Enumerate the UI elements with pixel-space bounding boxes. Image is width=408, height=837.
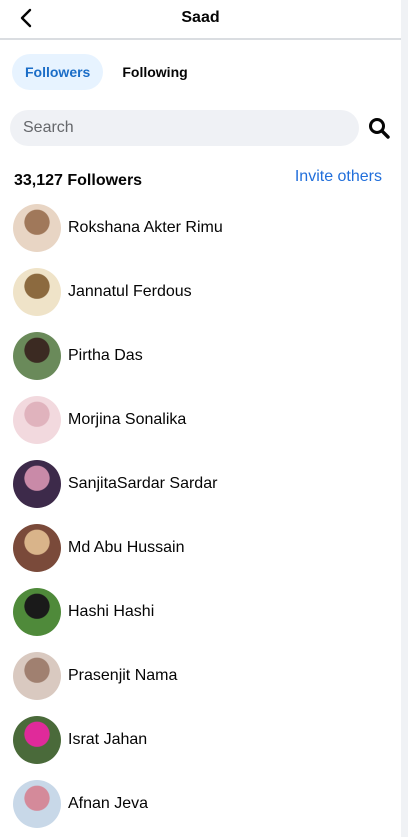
follower-name[interactable]: Morjina Sonalika — [68, 411, 186, 429]
tab-following[interactable]: Following — [109, 54, 200, 90]
page-title: Saad — [181, 9, 220, 26]
follower-row[interactable]: Md Abu Hussain — [0, 516, 401, 580]
followers-count: 33,127 Followers — [14, 172, 143, 189]
follower-name[interactable]: Jannatul Ferdous — [68, 283, 192, 301]
follower-name[interactable]: Israt Jahan — [68, 731, 147, 749]
top-bar: Saad — [0, 0, 401, 40]
search-input[interactable] — [10, 110, 343, 146]
search-button[interactable] — [368, 117, 390, 139]
followers-panel: Saad Followers Following 33,127 Follower… — [0, 0, 401, 837]
follower-row[interactable]: Afnan Jeva — [0, 772, 401, 836]
follower-name[interactable]: Afnan Jeva — [68, 795, 148, 813]
follower-row[interactable]: Pirtha Das — [0, 324, 401, 388]
follower-row[interactable]: Israt Jahan — [0, 708, 401, 772]
follower-name[interactable]: Rokshana Akter Rimu — [68, 219, 223, 237]
follower-name[interactable]: Md Abu Hussain — [68, 539, 185, 557]
avatar[interactable] — [13, 652, 61, 700]
follower-row[interactable]: SanjitaSardar Sardar — [0, 452, 401, 516]
follower-name[interactable]: Hashi Hashi — [68, 603, 154, 621]
avatar[interactable] — [13, 396, 61, 444]
avatar[interactable] — [13, 268, 61, 316]
search-icon — [369, 118, 390, 139]
avatar[interactable] — [13, 716, 61, 764]
follower-name[interactable]: Pirtha Das — [68, 347, 143, 365]
follower-name[interactable]: Prasenjit Nama — [68, 667, 177, 685]
search-box — [10, 110, 359, 146]
avatar[interactable] — [13, 524, 61, 572]
tab-followers[interactable]: Followers — [12, 54, 104, 90]
avatar[interactable] — [13, 332, 61, 380]
follower-row[interactable]: Morjina Sonalika — [0, 388, 401, 452]
followers-list: Rokshana Akter Rimu Jannatul Ferdous Pir… — [0, 196, 401, 836]
follower-row[interactable]: Jannatul Ferdous — [0, 260, 401, 324]
avatar[interactable] — [13, 204, 61, 252]
follower-name[interactable]: SanjitaSardar Sardar — [68, 475, 217, 493]
follower-row[interactable]: Hashi Hashi — [0, 580, 401, 644]
invite-others-link[interactable]: Invite others — [295, 168, 382, 186]
avatar[interactable] — [13, 780, 61, 828]
follower-row[interactable]: Prasenjit Nama — [0, 644, 401, 708]
avatar[interactable] — [13, 588, 61, 636]
avatar[interactable] — [13, 460, 61, 508]
follower-row[interactable]: Rokshana Akter Rimu — [0, 196, 401, 260]
tab-bar: Followers Following — [12, 54, 201, 90]
